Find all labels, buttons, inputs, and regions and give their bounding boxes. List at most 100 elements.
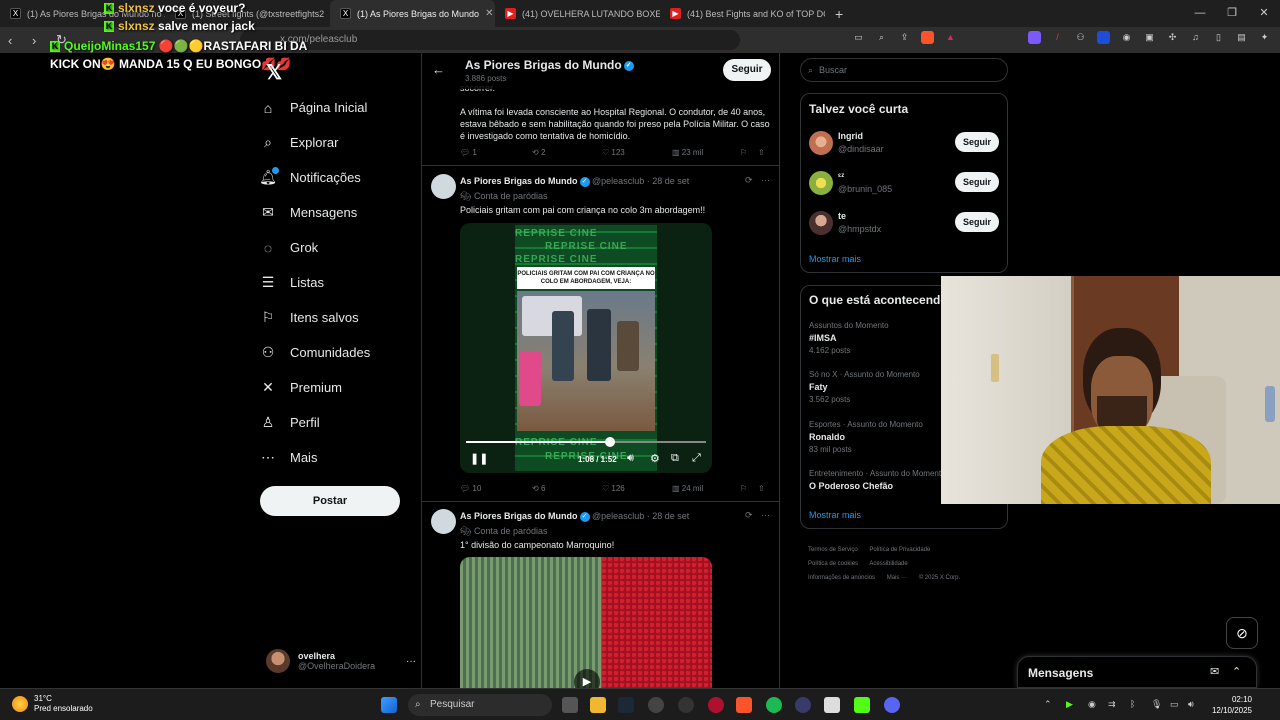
leo-icon[interactable]: ✦: [1258, 31, 1271, 44]
task-view-icon[interactable]: [562, 697, 578, 713]
show-more-link[interactable]: Mostrar mais: [809, 254, 861, 264]
kick-icon[interactable]: [854, 697, 870, 713]
start-icon[interactable]: [381, 697, 397, 713]
tray-app-icon[interactable]: ◉: [1088, 699, 1096, 710]
sidebar-icon[interactable]: ▯: [1212, 31, 1225, 44]
zoom-icon[interactable]: ⌕: [875, 31, 888, 44]
extension-icon[interactable]: ⚇: [1074, 31, 1087, 44]
browser-tab[interactable]: ▶(41) OVELHERA LUTANDO BOXE KKK✕: [495, 0, 660, 27]
cast-icon[interactable]: ▭: [852, 31, 865, 44]
footer-link[interactable]: Termos de Serviço: [808, 547, 858, 553]
more-icon[interactable]: ···: [406, 656, 416, 667]
like-button[interactable]: ♡ 123: [602, 148, 672, 157]
follow-button[interactable]: Seguir: [955, 132, 999, 152]
sidebar-item-home[interactable]: ⌂ Página Inicial: [260, 90, 420, 125]
volume-icon[interactable]: 🔊︎: [1188, 699, 1194, 710]
more-icon[interactable]: ···: [761, 175, 770, 185]
wallet-icon[interactable]: ▤: [1235, 31, 1248, 44]
bookmark-icon[interactable]: ⚐: [740, 484, 758, 493]
video-progress-bar[interactable]: [466, 437, 706, 447]
avatar[interactable]: [431, 509, 456, 534]
sidebar-item-profile[interactable]: ♙ Perfil: [260, 405, 420, 440]
steam-icon[interactable]: [618, 697, 634, 713]
follow-button[interactable]: Seguir: [723, 59, 771, 81]
reply-button[interactable]: 💬︎ 1: [460, 148, 532, 157]
new-tab-button[interactable]: +: [825, 6, 853, 22]
follow-button[interactable]: Seguir: [955, 212, 999, 232]
volume-icon[interactable]: 🔊︎: [627, 452, 634, 465]
footer-link[interactable]: Acessibilidade: [869, 561, 907, 567]
puzzle-icon[interactable]: ✣: [1166, 31, 1179, 44]
notepad-icon[interactable]: [824, 697, 840, 713]
brave-shield-icon[interactable]: [921, 31, 934, 44]
tray-app-icon[interactable]: ▶: [1066, 699, 1073, 710]
file-explorer-icon[interactable]: [590, 697, 606, 713]
reply-button[interactable]: 💬︎ 10: [460, 484, 532, 493]
extension-icon[interactable]: /: [1051, 31, 1064, 44]
footer-link[interactable]: Política de cookies: [808, 561, 858, 567]
share-icon[interactable]: ⇧: [758, 484, 765, 493]
sidebar-item-notifications[interactable]: 🔔︎ Notificações: [259, 160, 420, 195]
sidebar-item-more[interactable]: ⋯ Mais: [260, 440, 420, 475]
app-icon[interactable]: [648, 697, 664, 713]
settings-icon[interactable]: ⚙: [650, 452, 660, 465]
sidebar-item-grok[interactable]: ◌ Grok: [260, 230, 420, 265]
github-icon[interactable]: [678, 697, 694, 713]
media-icon[interactable]: ♫: [1189, 31, 1202, 44]
brave-icon[interactable]: [736, 697, 752, 713]
search-input[interactable]: ⌕ Buscar: [800, 58, 1008, 82]
back-arrow-icon[interactable]: ←: [432, 62, 445, 77]
fullscreen-icon[interactable]: ⤢: [692, 452, 701, 465]
grok-icon[interactable]: ⟳: [745, 510, 753, 521]
browser-tab[interactable]: ▶(41) Best Fights and KO of TOP DOG✕: [660, 0, 825, 27]
close-window-icon[interactable]: ✕: [1248, 0, 1280, 27]
views-count[interactable]: ▥ 23 mil: [672, 148, 740, 157]
tray-expand-icon[interactable]: ⌃: [1044, 699, 1052, 710]
suggestion-item[interactable]: ᵋᶻ @brunin_085 Seguir: [809, 169, 1001, 197]
extension-icon[interactable]: ◉: [1120, 31, 1133, 44]
views-count[interactable]: ▥ 24 mil: [672, 484, 740, 493]
suggestion-item[interactable]: Ingrid @dindisaar Seguir: [809, 129, 1001, 157]
messages-drawer[interactable]: Mensagens ✉ ⌃: [1017, 656, 1257, 688]
discord-icon[interactable]: [884, 697, 900, 713]
tweet-image[interactable]: ▶: [460, 557, 712, 688]
x-logo-icon[interactable]: 𝕏: [266, 60, 282, 85]
minimize-icon[interactable]: —: [1184, 0, 1216, 27]
footer-link[interactable]: Informações de anúncios: [808, 575, 875, 581]
play-icon[interactable]: ▶: [574, 669, 600, 688]
system-clock[interactable]: 02:10 12/10/2025: [1212, 694, 1252, 716]
weather-widget[interactable]: 31°C Pred ensolarado: [12, 694, 93, 714]
browser-tab-active[interactable]: X (1) As Piores Brigas do Mundo ✕: [330, 0, 495, 27]
close-tab-icon[interactable]: ✕: [485, 8, 493, 19]
avatar[interactable]: [431, 174, 456, 199]
sidebar-item-premium[interactable]: ✕ Premium: [260, 370, 420, 405]
opera-icon[interactable]: [708, 697, 724, 713]
app-icon[interactable]: [795, 697, 811, 713]
account-switcher[interactable]: ovelhera @OvelheraDoidera ···: [266, 648, 416, 674]
forward-icon[interactable]: ›: [32, 33, 46, 48]
suggestion-item[interactable]: te @hmpstdx Seguir: [809, 209, 1001, 237]
back-icon[interactable]: ‹: [8, 33, 22, 48]
sidebar-item-bookmarks[interactable]: ⚐ Itens salvos: [260, 300, 420, 335]
footer-link[interactable]: Mais ···: [887, 575, 907, 581]
sidebar-item-lists[interactable]: ☰ Listas: [260, 265, 420, 300]
follow-button[interactable]: Seguir: [955, 172, 999, 192]
grok-button[interactable]: ⊘: [1226, 617, 1258, 649]
expand-icon[interactable]: ⌃: [1232, 665, 1241, 678]
extension-icon[interactable]: [1097, 31, 1110, 44]
post-button[interactable]: Postar: [260, 486, 400, 516]
footer-link[interactable]: Política de Privacidade: [869, 547, 930, 553]
pause-icon[interactable]: ❚❚: [470, 452, 488, 465]
new-message-icon[interactable]: ✉: [1210, 665, 1219, 678]
rewards-icon[interactable]: ▲: [944, 31, 957, 44]
sidebar-item-communities[interactable]: ⚇ Comunidades: [260, 335, 420, 370]
tray-app-icon[interactable]: ⇉: [1108, 699, 1116, 710]
microphone-icon[interactable]: 🎙︎: [1151, 699, 1162, 710]
extension-icon[interactable]: [1028, 31, 1041, 44]
bluetooth-icon[interactable]: ᛒ: [1130, 699, 1135, 709]
grok-icon[interactable]: ⟳: [745, 175, 753, 186]
taskbar-search[interactable]: ⌕ Pesquisar: [408, 694, 552, 716]
network-icon[interactable]: ▭: [1170, 699, 1179, 710]
maximize-icon[interactable]: ❐: [1216, 0, 1248, 27]
repost-button[interactable]: ⟲ 2: [532, 148, 602, 157]
